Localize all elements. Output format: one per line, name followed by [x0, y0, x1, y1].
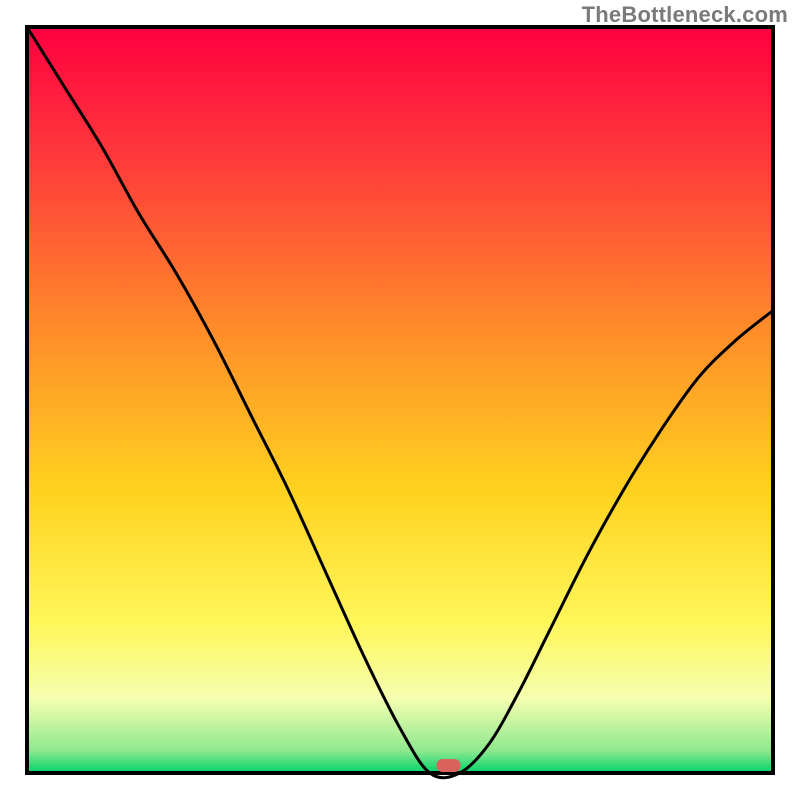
plot-area: [27, 27, 773, 773]
min-marker: [437, 759, 461, 772]
watermark-text: TheBottleneck.com: [582, 2, 788, 28]
bottleneck-chart: [0, 0, 800, 800]
chart-container: TheBottleneck.com: [0, 0, 800, 800]
